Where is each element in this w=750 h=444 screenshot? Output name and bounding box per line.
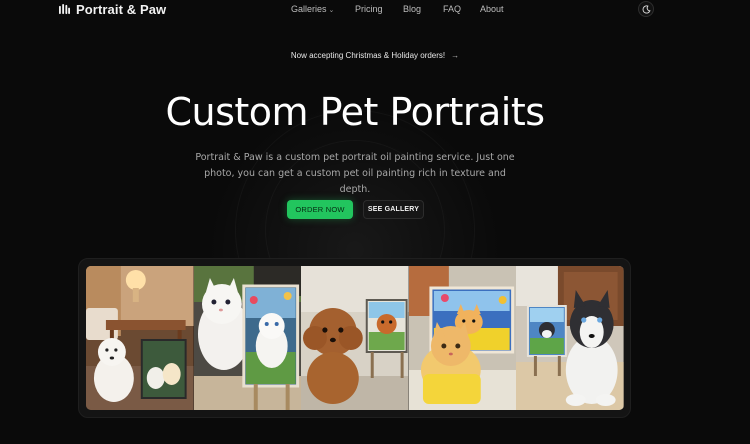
white-dog-living-room-photo bbox=[86, 266, 194, 410]
top-nav: Portrait & Paw Galleries ⌄ Pricing Blog F… bbox=[0, 0, 750, 20]
nav-galleries-label: Galleries bbox=[291, 4, 327, 14]
announcement-text: Now accepting Christmas & Holiday orders… bbox=[290, 51, 446, 60]
nav-faq[interactable]: FAQ bbox=[443, 4, 461, 14]
showcase-tile[interactable] bbox=[301, 266, 409, 410]
nav-pricing[interactable]: Pricing bbox=[355, 4, 383, 14]
moon-icon bbox=[642, 4, 651, 13]
chevron-down-icon: ⌄ bbox=[328, 7, 335, 14]
hero-subtitle: Portrait & Paw is a custom pet portrait … bbox=[195, 152, 515, 195]
nav-about[interactable]: About bbox=[480, 4, 504, 14]
order-now-button[interactable]: ORDER NOW bbox=[287, 200, 353, 219]
showcase-tile[interactable] bbox=[193, 266, 302, 410]
brand[interactable]: Portrait & Paw bbox=[59, 2, 166, 17]
showcase-tile[interactable] bbox=[516, 266, 624, 410]
paw-logo-icon bbox=[59, 4, 70, 15]
poodle-with-painting-photo bbox=[301, 266, 409, 410]
nav-galleries[interactable]: Galleries ⌄ bbox=[291, 4, 334, 14]
husky-with-painting-photo bbox=[516, 266, 624, 410]
page-title: Custom Pet Portraits bbox=[165, 90, 545, 134]
orange-cat-with-painting-photo bbox=[408, 266, 517, 410]
white-persian-cat-with-painting-photo bbox=[193, 266, 302, 410]
nav-blog[interactable]: Blog bbox=[403, 4, 421, 14]
see-gallery-button[interactable]: SEE GALLERY bbox=[363, 200, 424, 219]
arrow-right-icon: → bbox=[451, 51, 460, 60]
announcement-bar[interactable]: Now accepting Christmas & Holiday orders… bbox=[0, 51, 750, 60]
brand-name: Portrait & Paw bbox=[76, 2, 167, 17]
showcase-tile[interactable] bbox=[408, 266, 517, 410]
showcase-strip bbox=[86, 266, 624, 410]
showcase-tile[interactable] bbox=[86, 266, 194, 410]
theme-toggle-button[interactable] bbox=[638, 1, 654, 17]
